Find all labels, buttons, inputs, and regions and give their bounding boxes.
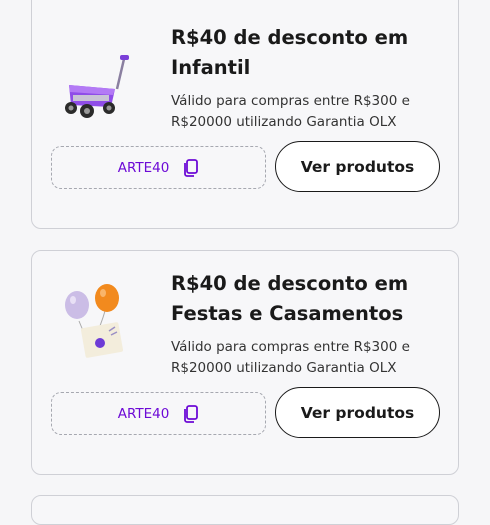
coupon-code: ARTE40 — [117, 159, 170, 176]
coupon-code-box[interactable]: ARTE40 — [51, 392, 266, 435]
coupon-code-box[interactable]: ARTE40 — [51, 146, 266, 189]
offer-card-festas: R$40 de desconto em Festas e Casamentos … — [31, 250, 459, 475]
balloons-invitation-image — [57, 281, 137, 361]
offer-title: R$40 de desconto em Infantil — [171, 26, 409, 79]
offer-title: R$40 de desconto em Festas e Casamentos — [171, 272, 409, 325]
ver-produtos-button[interactable]: Ver produtos — [275, 387, 440, 438]
ver-produtos-button[interactable]: Ver produtos — [275, 141, 440, 192]
copy-icon[interactable] — [183, 404, 199, 423]
toy-wagon-image — [57, 51, 137, 131]
copy-icon[interactable] — [183, 158, 199, 177]
offer-description: Válido para compras entre R$300 e R$2000… — [171, 339, 410, 376]
offer-description: Válido para compras entre R$300 e R$2000… — [171, 93, 410, 130]
offer-card-infantil: R$40 de desconto em Infantil Válido para… — [31, 0, 459, 229]
coupon-code: ARTE40 — [117, 405, 170, 422]
